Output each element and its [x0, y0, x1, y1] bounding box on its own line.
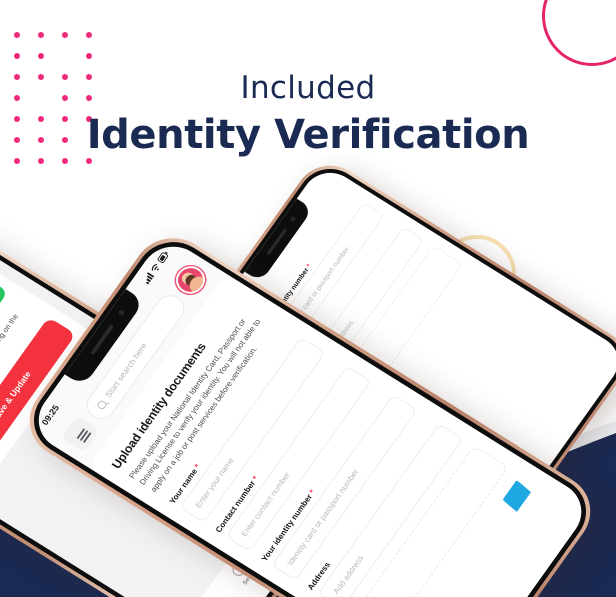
camera-icon	[289, 215, 297, 223]
search-icon	[95, 398, 108, 411]
speaker-icon	[266, 228, 287, 256]
required-asterisk: *	[307, 487, 318, 496]
pink-circle-decoration	[542, 0, 616, 66]
heading-block: Included Identity Verification	[0, 70, 616, 158]
page-title: Identity Verification	[86, 112, 530, 158]
grid-menu-icon[interactable]	[60, 415, 101, 453]
heading-eyebrow: Included	[240, 70, 376, 106]
required-asterisk: *	[250, 474, 261, 482]
status-time: 09:25	[39, 403, 62, 428]
battery-icon	[157, 251, 169, 264]
required-asterisk: *	[192, 462, 203, 471]
avatar[interactable]	[170, 261, 211, 299]
tab-job[interactable]: Job	[193, 592, 234, 597]
promo-graphic: Included Identity Verification Your iden…	[0, 0, 616, 597]
signal-icon	[145, 272, 155, 285]
wifi-icon	[151, 263, 159, 271]
required-asterisk: *	[304, 262, 313, 269]
